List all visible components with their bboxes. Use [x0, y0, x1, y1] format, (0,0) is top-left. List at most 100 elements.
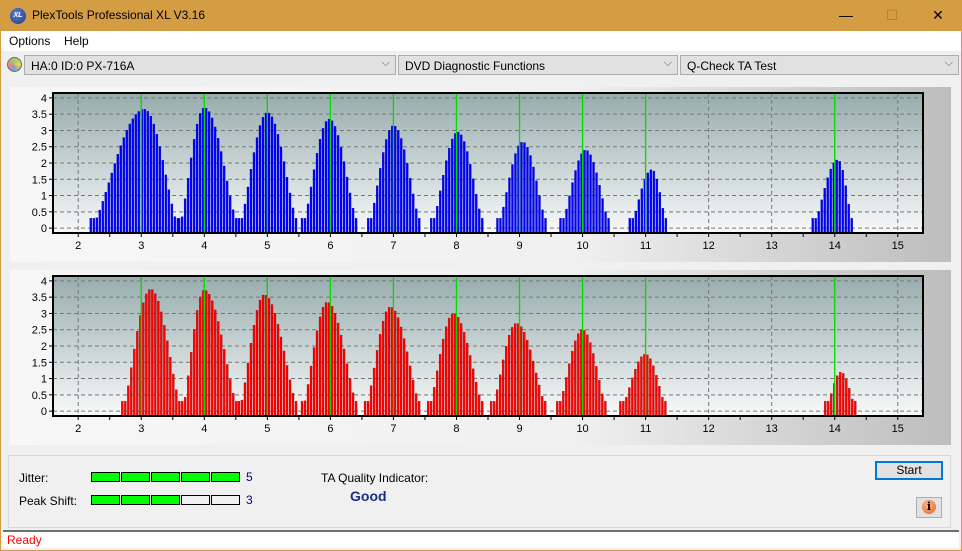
histogram-bar — [438, 354, 442, 417]
histogram-bar — [193, 329, 196, 417]
menu-help[interactable]: Help — [64, 34, 89, 48]
histogram-bar — [640, 188, 644, 234]
histogram-bar — [318, 316, 322, 417]
histogram-bar — [400, 138, 403, 234]
toolbar: HA:0 ID:0 PX-716A ⌵ DVD Diagnostic Funct… — [1, 52, 961, 78]
histogram-bar — [116, 154, 119, 234]
histogram-bar — [134, 114, 138, 234]
histogram-bar — [826, 177, 829, 234]
histogram-bar — [342, 348, 346, 417]
close-button[interactable]: ✕ — [915, 0, 961, 31]
x-tick-label: 4 — [201, 423, 207, 435]
main-window: XL PlexTools Professional XL V3.16 — ☐ ✕… — [1, 0, 961, 550]
menu-options[interactable]: Options — [9, 34, 50, 48]
histogram-bar — [143, 109, 147, 234]
x-tick-label: 10 — [576, 240, 588, 252]
histogram-bar — [122, 137, 125, 234]
histogram-bar — [658, 386, 661, 417]
x-tick-label: 12 — [703, 240, 715, 252]
histogram-bar — [824, 401, 827, 417]
histogram-bar — [384, 311, 388, 417]
y-tick-label: 3 — [41, 308, 47, 320]
histogram-bar — [604, 211, 607, 234]
drive-select[interactable]: HA:0 ID:0 PX-716A ⌵ — [24, 55, 396, 75]
x-tick-label: 5 — [264, 423, 270, 435]
histogram-bar — [101, 201, 104, 234]
histogram-bar — [137, 111, 141, 234]
histogram-bar — [152, 123, 156, 234]
histogram-bar — [475, 194, 478, 234]
histogram-bar — [526, 147, 529, 234]
histogram-bar — [526, 339, 529, 417]
histogram-bar — [583, 330, 586, 417]
histogram-bar — [451, 138, 454, 234]
histogram-bar — [565, 208, 568, 234]
histogram-bar — [568, 195, 571, 234]
histogram-bar — [463, 141, 466, 234]
histogram-bar — [300, 401, 304, 417]
start-button[interactable]: Start — [875, 461, 943, 480]
histogram-bar — [333, 126, 337, 234]
histogram-bar — [131, 118, 135, 234]
test-select[interactable]: Q-Check TA Test ⌵ — [680, 55, 959, 75]
histogram-bar — [315, 330, 319, 417]
info-button[interactable]: i — [916, 497, 942, 518]
x-tick-label: 6 — [327, 240, 333, 252]
histogram-bar — [235, 401, 238, 417]
histogram-bar — [439, 190, 442, 234]
histogram-bar — [373, 202, 376, 234]
histogram-bar — [226, 364, 229, 417]
histogram-bar — [436, 205, 439, 234]
histogram-bar — [336, 135, 340, 234]
histogram-bar — [160, 311, 163, 417]
histogram-bar — [345, 363, 349, 417]
histogram-bar — [465, 342, 469, 417]
jitter-value: 5 — [246, 470, 253, 484]
x-tick-label: 9 — [516, 240, 522, 252]
histogram-bar — [577, 333, 580, 417]
peak-shift-value: 3 — [246, 493, 253, 507]
histogram-bar — [403, 149, 406, 234]
jitter-segment — [211, 472, 240, 482]
histogram-bar — [172, 373, 175, 417]
histogram-bar — [228, 195, 232, 234]
histogram-bar — [294, 218, 298, 234]
histogram-bar — [490, 401, 493, 417]
histogram-bar — [324, 302, 328, 417]
histogram-bar — [448, 148, 451, 234]
histogram-bar — [499, 218, 502, 234]
histogram-bar — [493, 401, 496, 417]
y-tick-label: 1.5 — [32, 357, 47, 369]
histogram-bar — [133, 348, 136, 417]
function-select[interactable]: DVD Diagnostic Functions ⌵ — [398, 55, 678, 75]
histogram-bar — [213, 126, 217, 234]
histogram-bar — [291, 393, 295, 417]
maximize-button[interactable]: ☐ — [869, 0, 915, 31]
peak-shift-segment — [181, 495, 210, 505]
histogram-bar — [535, 372, 538, 417]
x-tick-label: 14 — [829, 240, 841, 252]
histogram-bar — [199, 296, 202, 417]
histogram-bar — [538, 195, 541, 234]
histogram-bar — [303, 400, 307, 417]
histogram-bar — [252, 152, 256, 234]
minimize-button[interactable]: — — [823, 0, 869, 31]
y-tick-label: 1 — [41, 374, 47, 386]
histogram-bar — [240, 399, 244, 417]
histogram-bar — [312, 347, 316, 417]
histogram-bar — [288, 192, 292, 234]
jitter-segment — [181, 472, 210, 482]
histogram-bar — [393, 310, 397, 417]
y-tick-label: 2 — [41, 158, 47, 170]
histogram-bar — [279, 336, 283, 417]
histogram-bar — [330, 306, 334, 417]
histogram-bar — [211, 300, 214, 417]
histogram-bar — [652, 170, 656, 234]
histogram-bar — [154, 293, 157, 417]
histogram-bar — [382, 152, 385, 234]
histogram-bar — [192, 139, 196, 234]
histogram-bar — [276, 324, 280, 417]
histogram-bar — [598, 380, 601, 417]
y-tick-label: 4 — [41, 93, 47, 105]
histogram-bar — [385, 139, 388, 234]
